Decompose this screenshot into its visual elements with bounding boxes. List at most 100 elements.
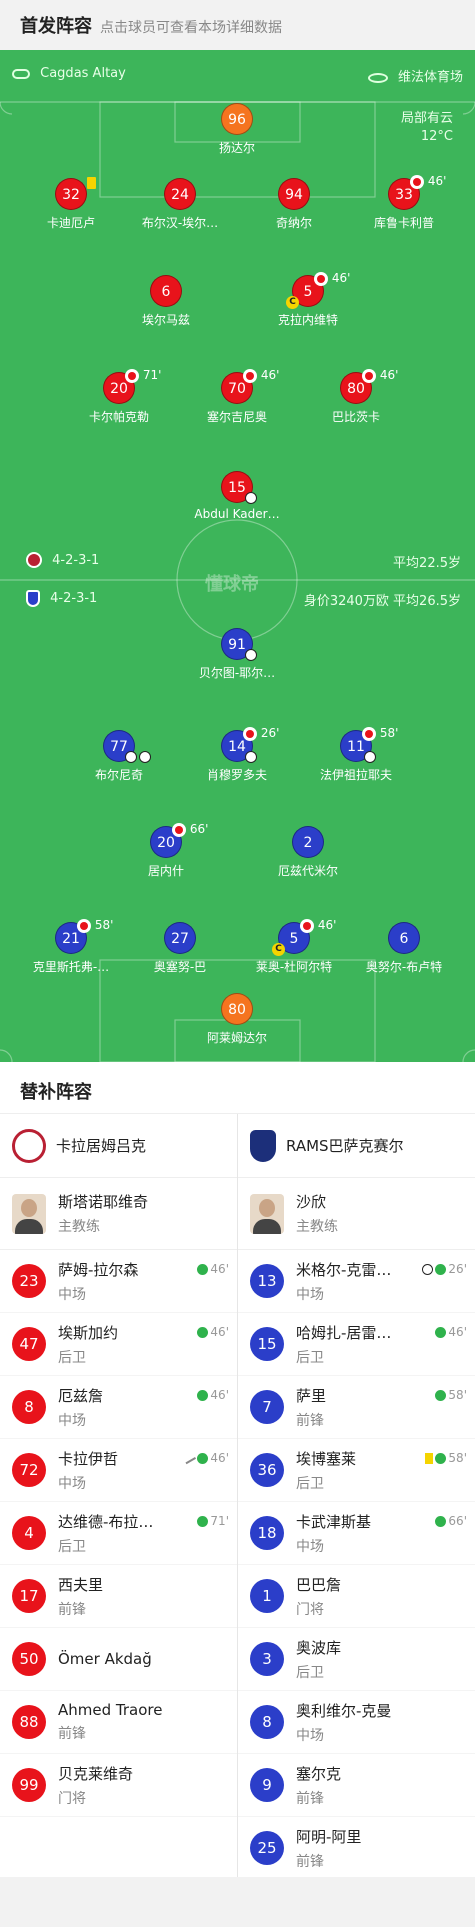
player-name: 萨姆-拉尔森	[58, 1260, 139, 1279]
sub-player-row[interactable]: 72 卡拉伊哲 中场 46'	[0, 1439, 237, 1502]
sub-on-badge: 26'	[422, 1262, 467, 1276]
sub-player-row[interactable]: 8 奥利维尔-克曼 中场	[238, 1691, 475, 1754]
player-number: 13	[250, 1264, 284, 1298]
sub-on-icon	[197, 1389, 209, 1401]
player-name: 扬达尔	[218, 141, 255, 155]
away-coach-row[interactable]: 沙欣 主教练	[238, 1178, 475, 1250]
sub-on-icon	[197, 1263, 209, 1275]
sub-off-badge: 46'	[362, 368, 398, 383]
sub-player-row[interactable]: 88 Ahmed Traore 前锋	[0, 1691, 237, 1754]
sub-minute: 46'	[210, 1325, 229, 1339]
away-player-2[interactable]: 2 厄兹代米尔	[248, 826, 368, 879]
coach-avatar	[250, 1193, 284, 1234]
home-player-24[interactable]: 24 布尔汉-埃尔…	[120, 178, 240, 231]
away-player-11[interactable]: 11 法伊祖拉耶夫 58'	[296, 726, 416, 783]
sub-player-row[interactable]: 17 西夫里 前锋	[0, 1565, 237, 1628]
away-team-logo-icon	[250, 1129, 276, 1162]
home-player-32[interactable]: 32 卡迪厄卢	[11, 177, 131, 231]
player-position: 前锋	[58, 1601, 86, 1618]
home-team-logo-icon	[12, 1128, 46, 1163]
sub-minute: 66'	[189, 822, 209, 836]
weather-text: 局部有云	[400, 111, 453, 126]
away-team-logo-icon	[26, 590, 40, 607]
home-team-row[interactable]: 卡拉居姆吕克	[0, 1114, 237, 1178]
home-player-20[interactable]: 20 卡尔帕克勒 71'	[59, 368, 179, 425]
sub-player-row[interactable]: 36 埃博塞莱 后卫 58'	[238, 1439, 475, 1502]
home-avg-age: 平均22.5岁	[393, 556, 461, 571]
home-formation: 4-2-3-1	[52, 552, 100, 568]
sub-off-badge: 26'	[243, 726, 279, 741]
player-position: 后卫	[296, 1664, 324, 1681]
sub-player-row[interactable]: 47 埃斯加约 后卫 46'	[0, 1313, 237, 1376]
sub-player-row[interactable]: 13 米格尔-克雷… 中场 26'	[238, 1250, 475, 1313]
home-player-15[interactable]: 15 Abdul Kader…	[177, 471, 297, 521]
away-player-5[interactable]: 5 莱奥-杜阿尔特 C 46'	[234, 918, 354, 975]
home-player-96[interactable]: 96 扬达尔	[177, 103, 297, 156]
sub-off-icon	[243, 726, 257, 741]
sub-off-icon	[77, 918, 91, 933]
sub-player-row[interactable]: 4 达维德-布拉… 后卫 71'	[0, 1502, 237, 1565]
player-name: 米格尔-克雷…	[296, 1260, 392, 1279]
player-name: 巴比茨卡	[331, 410, 380, 424]
away-player-27[interactable]: 27 奥塞努-巴	[120, 922, 240, 975]
away-player-77[interactable]: 77 布尔尼奇	[59, 730, 179, 783]
player-number: 23	[12, 1264, 46, 1298]
away-player-91[interactable]: 91 贝尔图-耶尔…	[177, 628, 297, 681]
player-name: 阿明-阿里	[296, 1827, 362, 1846]
home-subs-column: 卡拉居姆吕克 斯塔诺耶维奇 主教练 23 萨姆-拉尔森 中场 46' 47 埃斯加约…	[0, 1114, 237, 1817]
player-position: 前锋	[58, 1726, 86, 1742]
sub-player-row[interactable]: 3 奥波库 后卫	[238, 1628, 475, 1691]
sub-player-row[interactable]: 15 哈姆扎-居雷… 后卫 46'	[238, 1313, 475, 1376]
away-player-6[interactable]: 6 奥努尔-布卢特	[344, 922, 464, 975]
watermark: 懂球帝	[205, 574, 259, 595]
sub-player-row[interactable]: 9 塞尔克 前锋	[238, 1754, 475, 1817]
player-name: 埃斯加约	[58, 1323, 119, 1342]
player-name: 阿莱姆达尔	[206, 1031, 267, 1045]
sub-on-icon	[197, 1326, 209, 1338]
away-team-row[interactable]: RAMS巴萨克赛尔	[238, 1114, 475, 1178]
player-position: 中场	[58, 1412, 86, 1429]
yellow-card-icon	[87, 177, 96, 189]
sub-minute: 46'	[331, 271, 351, 285]
home-coach-row[interactable]: 斯塔诺耶维奇 主教练	[0, 1178, 237, 1250]
sub-minute: 26'	[448, 1262, 467, 1276]
home-player-80[interactable]: 80 巴比茨卡 46'	[296, 368, 416, 425]
sub-player-row[interactable]: 7 萨里 前锋 58'	[238, 1376, 475, 1439]
player-name: 贝克莱维奇	[58, 1764, 134, 1783]
player-number: 80	[221, 993, 253, 1025]
sub-player-row[interactable]: 18 卡武津斯基 中场 66'	[238, 1502, 475, 1565]
yellow-card-icon	[425, 1452, 434, 1464]
player-number: 96	[221, 103, 253, 135]
home-player-70[interactable]: 70 塞尔吉尼奥 46'	[177, 368, 297, 425]
player-number: 7	[250, 1390, 284, 1424]
assist-icon	[139, 751, 151, 763]
sub-player-row[interactable]: 23 萨姆-拉尔森 中场 46'	[0, 1250, 237, 1313]
sub-player-row[interactable]: 50 Ömer Akdağ	[0, 1628, 237, 1691]
away-player-14[interactable]: 14 肖穆罗多夫 26'	[177, 726, 297, 783]
sub-player-row[interactable]: 8 厄兹詹 中场 46'	[0, 1376, 237, 1439]
away-player-80[interactable]: 80 阿莱姆达尔	[177, 993, 297, 1046]
goal-icon	[245, 492, 257, 504]
home-player-94[interactable]: 94 奇纳尔	[234, 178, 354, 231]
coach-avatar	[12, 1193, 46, 1234]
home-player-6[interactable]: 6 埃尔马兹	[106, 275, 226, 328]
player-name: Ömer Akdağ	[58, 1650, 152, 1668]
home-formation-row: 4-2-3-1	[26, 552, 99, 568]
sub-minute: 46'	[210, 1388, 229, 1402]
sub-player-row[interactable]: 99 贝克莱维奇 门将	[0, 1754, 237, 1817]
sub-minute: 46'	[210, 1262, 229, 1276]
page-header: 首发阵容 点击球员可查看本场详细数据	[0, 0, 475, 50]
sub-player-row[interactable]: 1 巴巴詹 门将	[238, 1565, 475, 1628]
home-player-33[interactable]: 33 库鲁卡利普 46'	[344, 174, 464, 231]
sub-minute: 66'	[448, 1514, 467, 1528]
player-name: Abdul Kader…	[194, 507, 280, 521]
away-player-21[interactable]: 21 克里斯托弗-… 58'	[11, 918, 131, 975]
player-name: 卡尔帕克勒	[88, 410, 149, 424]
sub-player-row[interactable]: 25 阿明-阿里 前锋	[238, 1817, 475, 1880]
sub-on-icon	[435, 1263, 447, 1275]
player-name: 库鲁卡利普	[373, 216, 434, 230]
away-player-20[interactable]: 20 居内什 66'	[106, 822, 226, 879]
home-player-5[interactable]: 5 克拉内维特 C 46'	[248, 271, 368, 328]
player-position: 后卫	[58, 1538, 86, 1555]
home-team-logo-icon	[26, 552, 42, 568]
